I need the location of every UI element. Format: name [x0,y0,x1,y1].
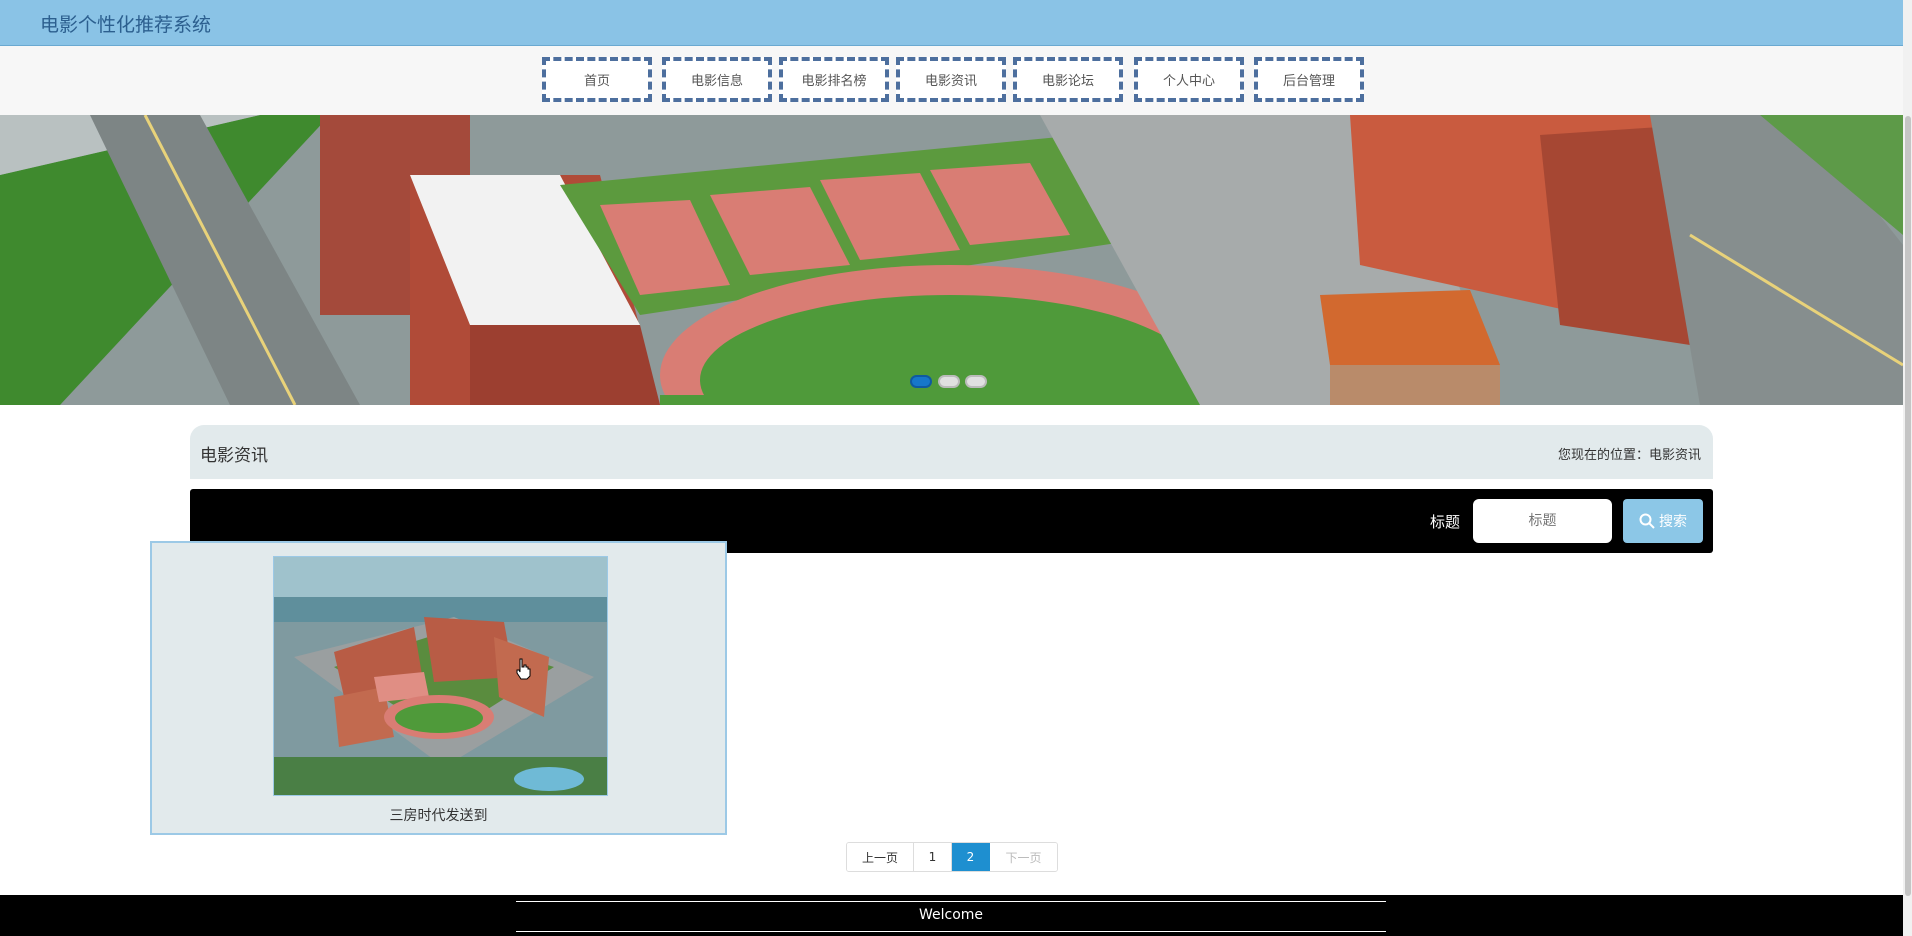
nav-item-movie-ranking[interactable]: 电影排名榜 [779,57,889,102]
search-input[interactable] [1473,499,1612,543]
carousel-dot-2[interactable] [938,375,960,388]
top-header: 电影个性化推荐系统 [0,0,1903,46]
carousel-dot-1[interactable] [910,375,932,388]
nav-item-movie-news[interactable]: 电影资讯 [896,57,1006,102]
hand-cursor-icon [516,658,531,680]
banner-image [0,115,1903,405]
footer-divider-top [516,901,1386,902]
page-button-1[interactable]: 1 [914,843,952,871]
prev-page-button[interactable]: 上一页 [847,843,914,871]
nav-item-movie-forum[interactable]: 电影论坛 [1013,57,1123,102]
search-button[interactable]: 搜索 [1623,499,1703,543]
site-title[interactable]: 电影个性化推荐系统 [40,10,211,37]
footer: Welcome [0,895,1903,936]
next-page-button[interactable]: 下一页 [990,843,1057,871]
banner-carousel[interactable] [0,115,1903,405]
scrollbar-thumb[interactable] [1905,116,1911,896]
nav-item-admin[interactable]: 后台管理 [1254,57,1364,102]
footer-divider-bottom [516,931,1386,932]
news-title[interactable]: 三房时代发送到 [152,805,725,825]
carousel-dot-3[interactable] [965,375,987,388]
nav-item-movie-info[interactable]: 电影信息 [662,57,772,102]
pagination: 上一页 1 2 下一页 [846,842,1058,872]
section-header: 电影资讯 您现在的位置：电影资讯 [190,425,1713,479]
section-title: 电影资讯 [200,446,268,466]
news-thumbnail[interactable] [273,556,608,796]
search-label: 标题 [1430,513,1461,531]
breadcrumb: 您现在的位置：电影资讯 [1557,448,1701,463]
search-button-label: 搜索 [1659,514,1687,530]
page-button-2[interactable]: 2 [952,843,990,871]
news-card[interactable]: 三房时代发送到 [150,541,727,835]
footer-text: Welcome [918,907,984,923]
school-campus-image [274,557,607,795]
nav-item-home[interactable]: 首页 [542,57,652,102]
nav-item-personal-center[interactable]: 个人中心 [1134,57,1244,102]
main-nav: 首页 电影信息 电影排名榜 电影资讯 电影论坛 个人中心 后台管理 [0,46,1903,115]
search-icon [1639,513,1655,529]
